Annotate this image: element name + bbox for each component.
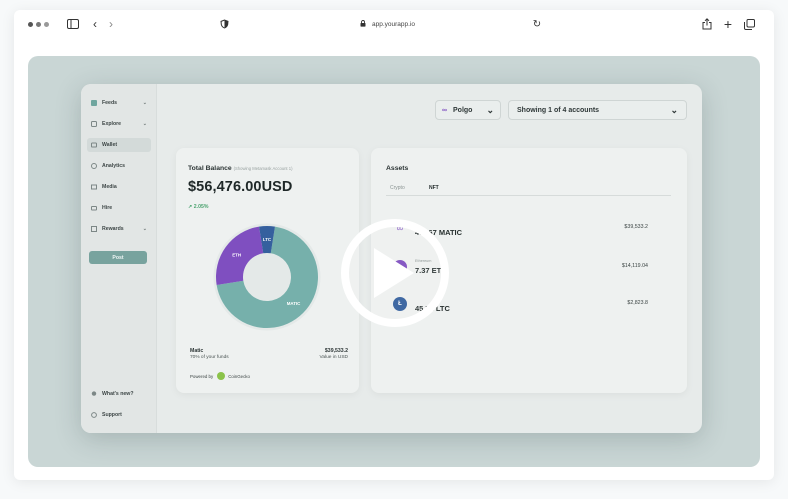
total-balance-amount: $56,476.00USD <box>188 179 293 195</box>
accounts-select[interactable]: Showing 1 of 4 accounts ⌄ <box>508 100 687 120</box>
back-icon[interactable]: ‹ <box>88 17 102 31</box>
tabs-overview-icon[interactable] <box>742 17 756 31</box>
explore-icon <box>91 121 97 127</box>
selected-asset-name: Matic <box>190 348 204 354</box>
media-icon <box>91 184 97 190</box>
sidebar: Feeds ⌄ Explore ⌄ Wallet Analytics Media… <box>81 84 157 433</box>
window-dot[interactable] <box>36 22 41 27</box>
asset-usd-value: $39,533.2 <box>624 224 648 230</box>
play-icon <box>374 248 414 298</box>
chevron-down-icon: ⌄ <box>142 121 147 127</box>
polygon-icon: ∞ <box>442 106 447 114</box>
total-balance-label: Total Balance <box>188 165 232 172</box>
accounts-select-value: Showing 1 of 4 accounts <box>517 106 600 114</box>
browser-window: ‹ › app.yourapp.io ↻ + Feeds ⌄ Explore ⌄… <box>14 10 774 480</box>
sidebar-item-label: Rewards <box>102 226 124 232</box>
sidebar-item-label: Wallet <box>102 142 118 148</box>
new-tab-icon[interactable]: + <box>721 16 735 32</box>
assets-tabs: Crypto NFT <box>386 184 671 196</box>
sidebar-item-label: Support <box>102 412 122 418</box>
balance-change: ↗ 2.05% <box>188 204 209 210</box>
sidebar-item-analytics[interactable]: Analytics <box>87 159 151 173</box>
window-dot[interactable] <box>44 22 49 27</box>
sidebar-toggle-icon[interactable] <box>66 17 80 31</box>
lock-icon <box>360 19 366 29</box>
sidebar-item-wallet[interactable]: Wallet <box>87 138 151 152</box>
tab-nft[interactable]: NFT <box>429 185 439 191</box>
total-balance-title: Total Balance (Showing Metamask Account … <box>188 165 292 172</box>
sidebar-item-label: Media <box>102 184 117 190</box>
address-bar[interactable]: app.yourapp.io <box>360 18 415 30</box>
bulb-icon <box>91 391 97 397</box>
sidebar-item-rewards[interactable]: Rewards ⌄ <box>87 222 151 236</box>
video-preview[interactable]: Feeds ⌄ Explore ⌄ Wallet Analytics Media… <box>28 56 760 467</box>
wallet-icon <box>91 142 97 148</box>
sidebar-item-label: Hire <box>102 205 113 211</box>
sidebar-item-whats-new[interactable]: What's new? <box>87 387 151 401</box>
donut-label-eth: ETH <box>232 252 241 257</box>
selected-asset-value: $39,533.2 <box>324 348 348 354</box>
donut-label-matic: MATIC <box>287 301 301 306</box>
asset-usd-value: $2,823.8 <box>627 300 648 306</box>
powered-by-brand: CoinGecko <box>228 373 250 379</box>
assets-title: Assets <box>386 165 409 172</box>
powered-by: Powered by CoinGecko <box>190 372 250 380</box>
browser-toolbar: ‹ › app.yourapp.io ↻ + <box>14 10 774 38</box>
funds-donut-chart[interactable]: MATIC ETH LTC <box>213 223 321 331</box>
asset-usd-value: $14,119.04 <box>621 263 648 269</box>
chevron-down-icon: ⌄ <box>142 226 147 232</box>
sidebar-item-media[interactable]: Media <box>87 180 151 194</box>
sidebar-item-label: Explore <box>102 121 122 127</box>
chevron-down-icon: ⌄ <box>486 104 494 115</box>
shield-icon[interactable] <box>217 17 231 31</box>
powered-by-label: Powered by <box>190 373 214 379</box>
chevron-down-icon: ⌄ <box>670 104 678 115</box>
window-dot[interactable] <box>28 22 33 27</box>
selected-asset-value-caption: Value in USD <box>319 355 348 360</box>
selected-asset-share: 70% of your funds <box>190 355 229 360</box>
sidebar-item-support[interactable]: Support <box>87 408 151 422</box>
sidebar-item-explore[interactable]: Explore ⌄ <box>87 117 151 131</box>
sidebar-item-label: Analytics <box>102 163 126 169</box>
support-icon <box>91 412 97 418</box>
post-button[interactable]: Post <box>89 251 147 264</box>
play-button[interactable] <box>341 219 449 327</box>
analytics-icon <box>91 163 97 169</box>
url-text: app.yourapp.io <box>372 20 416 28</box>
balance-account-note: (Showing Metamask Account 1) <box>233 166 293 171</box>
rewards-icon <box>91 226 97 232</box>
forward-icon[interactable]: › <box>104 17 118 31</box>
sidebar-item-label: Feeds <box>102 100 117 106</box>
total-balance-card: Total Balance (Showing Metamask Account … <box>176 148 359 393</box>
donut-label-ltc: LTC <box>263 237 272 242</box>
sidebar-item-feeds[interactable]: Feeds ⌄ <box>87 96 151 110</box>
tab-crypto[interactable]: Crypto <box>390 185 405 191</box>
sidebar-item-hire[interactable]: Hire <box>87 201 151 215</box>
coingecko-logo-icon <box>217 372 226 380</box>
hire-icon <box>91 205 97 211</box>
feeds-icon <box>91 100 97 106</box>
sidebar-item-label: What's new? <box>102 391 134 397</box>
reload-icon[interactable]: ↻ <box>530 17 544 31</box>
share-icon[interactable] <box>700 17 714 31</box>
network-select-value: Polgo <box>453 106 473 114</box>
chevron-down-icon: ⌄ <box>142 100 147 106</box>
network-select[interactable]: ∞ Polgo ⌄ <box>435 100 501 120</box>
